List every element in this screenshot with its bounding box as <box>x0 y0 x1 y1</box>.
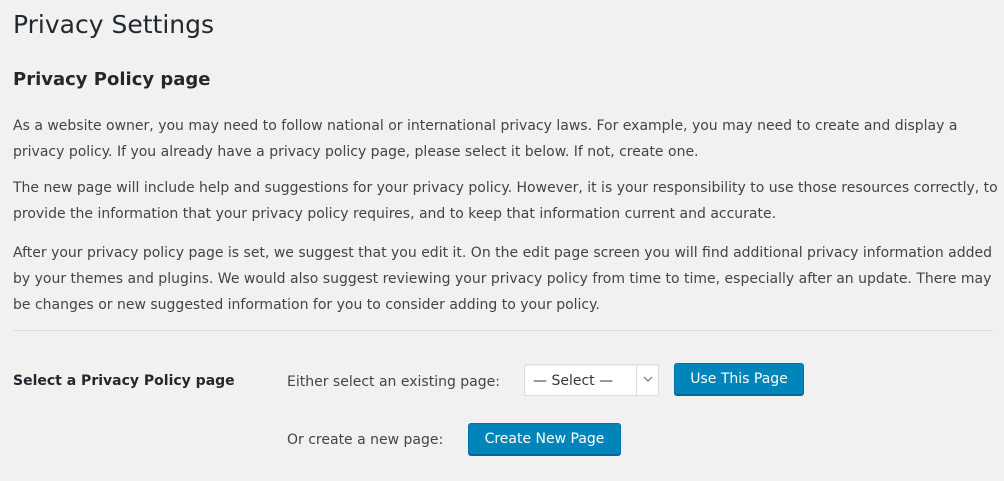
edit-suggestion-paragraph: After your privacy policy page is set, w… <box>13 245 992 313</box>
help-paragraph: The new page will include help and sugge… <box>13 180 998 222</box>
select-policy-row-label: Select a Privacy Policy page <box>13 373 235 389</box>
page-title: Privacy Settings <box>13 10 215 39</box>
create-page-label: Or create a new page: <box>287 432 444 448</box>
chevron-down-icon <box>636 365 658 395</box>
section-divider <box>13 330 993 331</box>
intro-paragraph: As a website owner, you may need to foll… <box>13 118 958 160</box>
create-new-page-button[interactable]: Create New Page <box>468 423 621 455</box>
page-select-dropdown[interactable]: — Select — <box>524 364 659 396</box>
use-this-page-button[interactable]: Use This Page <box>674 363 804 395</box>
existing-page-label: Either select an existing page: <box>287 374 500 390</box>
section-title: Privacy Policy page <box>13 69 211 90</box>
privacy-settings-page: Privacy Settings Privacy Policy page As … <box>0 0 1004 481</box>
select-value: — Select — <box>533 373 614 389</box>
